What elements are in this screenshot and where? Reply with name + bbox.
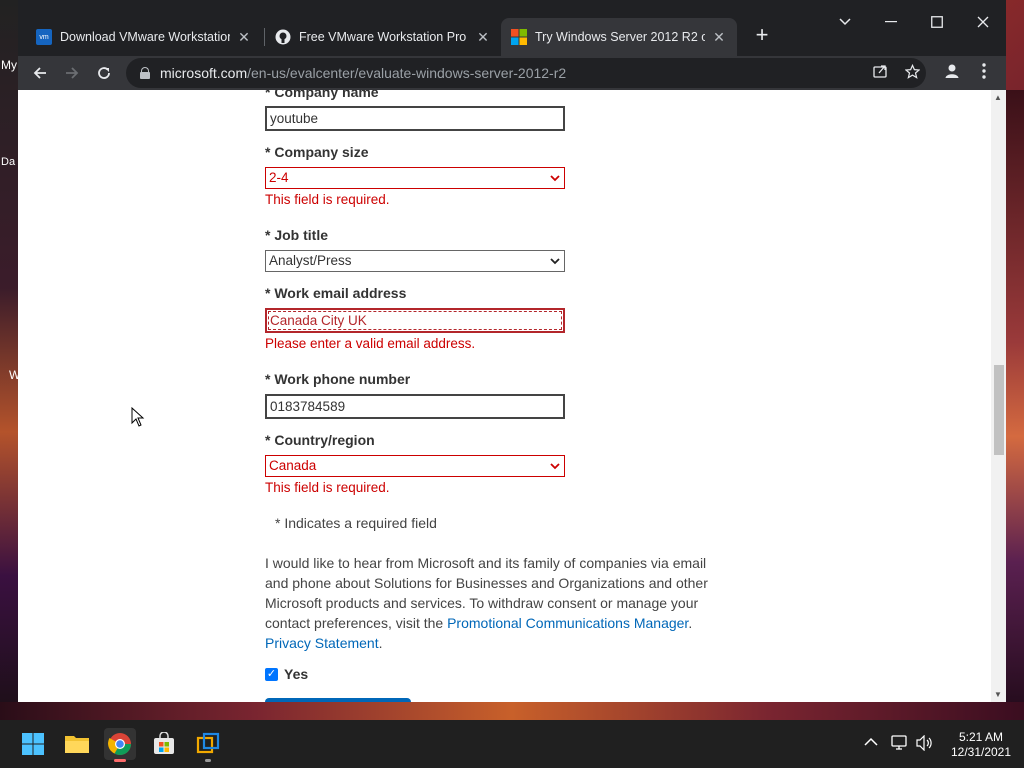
vmware-icon: vm	[36, 29, 52, 45]
tab-title: Free VMware Workstation Pro 16	[299, 30, 469, 44]
desktop-wallpaper-right	[1006, 90, 1024, 720]
company-size-label: * Company size	[265, 144, 369, 160]
menu-kebab-icon[interactable]	[973, 60, 995, 82]
windows-taskbar: 5:21 AM 12/31/2021	[0, 720, 1024, 768]
forward-button[interactable]	[59, 60, 85, 86]
address-host: microsoft.com	[160, 65, 248, 81]
country-region-error: This field is required.	[265, 480, 390, 495]
maximize-button[interactable]	[925, 10, 949, 34]
desktop-icon-label[interactable]: My	[1, 58, 17, 72]
address-path: /en-us/evalcenter/evaluate-windows-serve…	[247, 65, 567, 81]
tab-windows-server-eval[interactable]: Try Windows Server 2012 R2 on ✕	[501, 18, 737, 56]
mouse-cursor-icon	[131, 406, 145, 427]
volume-icon[interactable]	[915, 734, 933, 754]
github-icon	[275, 29, 291, 45]
work-email-label: * Work email address	[265, 285, 407, 301]
network-icon[interactable]	[891, 735, 909, 754]
microsoft-icon	[511, 29, 527, 45]
consent-end: .	[378, 635, 383, 651]
scrollbar-thumb[interactable]	[994, 365, 1004, 455]
tab-title: Try Windows Server 2012 R2 on	[535, 30, 705, 44]
active-app-indicator	[114, 759, 126, 762]
consent-checkbox[interactable]: ✓	[265, 667, 278, 681]
consent-paragraph: I would like to hear from Microsoft and …	[265, 553, 725, 653]
bookmark-star-icon[interactable]	[901, 60, 923, 82]
page-scrollbar[interactable]: ▲ ▼	[991, 90, 1006, 702]
company-size-select[interactable]: 2-4	[265, 167, 565, 189]
work-email-input[interactable]: Canada City UK	[265, 308, 565, 333]
reload-button[interactable]	[91, 60, 117, 86]
country-region-label: * Country/region	[265, 432, 375, 448]
company-name-label: * Company name	[265, 90, 379, 100]
vmware-workstation-taskbar-icon[interactable]	[192, 728, 224, 762]
minimize-button[interactable]	[879, 10, 903, 34]
microsoft-store-icon[interactable]	[148, 728, 180, 760]
consent-yes-row: ✓ Yes	[265, 666, 308, 682]
running-app-indicator	[205, 759, 211, 762]
chevron-down-icon	[550, 168, 560, 195]
company-size-value: 2-4	[269, 170, 289, 185]
scroll-down-arrow-icon[interactable]: ▼	[994, 690, 1002, 699]
country-region-value: Canada	[269, 458, 317, 473]
country-region-select[interactable]: Canada	[265, 455, 565, 477]
promotional-communications-manager-link[interactable]: Promotional Communications Manager	[447, 615, 688, 631]
submit-button[interactable]	[265, 698, 411, 702]
work-phone-label: * Work phone number	[265, 371, 411, 387]
chevron-down-icon	[550, 456, 560, 483]
close-tab-icon[interactable]: ✕	[711, 29, 727, 46]
file-explorer-icon[interactable]	[61, 728, 93, 760]
new-tab-button[interactable]: +	[748, 22, 776, 50]
tab-title: Download VMware Workstation	[60, 30, 230, 44]
tab-free-vmware-github[interactable]: Free VMware Workstation Pro 16 ✕	[265, 18, 501, 56]
clock-time: 5:21 AM	[958, 730, 1004, 744]
scroll-up-arrow-icon[interactable]: ▲	[994, 93, 1002, 102]
address-bar[interactable]: microsoft.com/en-us/evalcenter/evaluate-…	[126, 58, 926, 88]
job-title-select[interactable]: Analyst/Press	[265, 250, 565, 272]
consent-separator: .	[688, 615, 693, 631]
browser-titlebar: vm Download VMware Workstation ✕ Free VM…	[18, 0, 1006, 56]
clock-date: 12/31/2021	[950, 745, 1012, 759]
browser-toolbar: microsoft.com/en-us/evalcenter/evaluate-…	[18, 56, 1006, 90]
system-clock[interactable]: 5:21 AM 12/31/2021	[946, 730, 1016, 760]
lock-icon[interactable]	[140, 67, 150, 79]
web-page-content: * Company name youtube * Company size 2-…	[18, 90, 1006, 702]
company-size-error: This field is required.	[265, 192, 390, 207]
chevron-down-icon	[550, 251, 560, 278]
tab-download-vmware[interactable]: vm Download VMware Workstation ✕	[26, 18, 264, 56]
job-title-label: * Job title	[265, 227, 329, 243]
tab-search-chevron-icon[interactable]	[833, 10, 857, 34]
desktop-wallpaper-bottom	[0, 702, 1024, 720]
job-title-value: Analyst/Press	[269, 253, 352, 268]
share-icon[interactable]	[869, 60, 891, 82]
start-button[interactable]	[17, 728, 49, 760]
back-button[interactable]	[27, 60, 53, 86]
company-name-input[interactable]: youtube	[265, 106, 565, 131]
close-window-button[interactable]	[971, 10, 995, 34]
privacy-statement-link[interactable]: Privacy Statement	[265, 635, 379, 651]
required-field-note: * Indicates a required field	[275, 515, 437, 531]
close-tab-icon[interactable]: ✕	[236, 29, 252, 46]
desktop-wallpaper-left: My Da W	[0, 0, 20, 720]
work-phone-input[interactable]: 0183784589	[265, 394, 565, 419]
show-hidden-icons-chevron-icon[interactable]	[864, 734, 878, 750]
desktop-icon-label[interactable]: Da	[1, 156, 15, 168]
work-email-error: Please enter a valid email address.	[265, 336, 476, 351]
consent-yes-label: Yes	[284, 666, 309, 682]
profile-avatar-icon[interactable]	[941, 60, 963, 82]
chrome-taskbar-icon[interactable]	[104, 728, 136, 762]
close-tab-icon[interactable]: ✕	[475, 29, 491, 46]
